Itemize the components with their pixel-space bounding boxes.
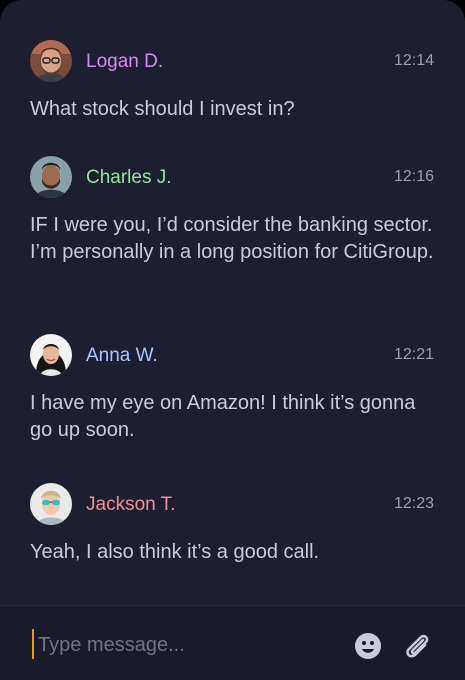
- message-item: Charles J. 12:16 IF I were you, I’d cons…: [30, 156, 440, 266]
- message-item: Logan D. 12:14 What stock should I inves…: [30, 40, 440, 123]
- emoji-icon: [355, 633, 381, 659]
- avatar-image: [30, 156, 72, 198]
- message-text: I have my eye on Amazon! I think it’s go…: [30, 392, 416, 441]
- author-name[interactable]: Anna W.: [86, 345, 158, 367]
- message-text: What stock should I invest in?: [30, 98, 295, 120]
- message-item: Anna W. 12:21 I have my eye on Amazon! I…: [30, 334, 440, 444]
- message-composer: [0, 605, 465, 680]
- message-input[interactable]: [36, 629, 340, 661]
- avatar[interactable]: [30, 40, 72, 82]
- message-header: Anna W. 12:21: [30, 334, 440, 380]
- avatar[interactable]: [30, 334, 72, 376]
- timestamp: 12:21: [393, 346, 434, 363]
- message-text: Yeah, I also think it’s a good call.: [30, 541, 320, 563]
- timestamp: 12:16: [393, 168, 434, 185]
- message-header: Logan D. 12:14: [30, 40, 440, 86]
- emoji-button[interactable]: [354, 632, 382, 660]
- author-name[interactable]: Logan D.: [86, 51, 163, 73]
- chat-panel: Logan D. 12:14 What stock should I inves…: [0, 0, 465, 680]
- avatar-image: [30, 40, 72, 82]
- avatar-image: [30, 334, 72, 376]
- message-item: Jackson T. 12:23 Yeah, I also think it’s…: [30, 483, 440, 566]
- timestamp: 12:23: [393, 495, 434, 512]
- author-name[interactable]: Jackson T.: [86, 494, 175, 516]
- text-cursor: [32, 629, 34, 659]
- message-header: Charles J. 12:16: [30, 156, 440, 202]
- message-text: IF I were you, I’d consider the banking …: [30, 214, 434, 263]
- avatar[interactable]: [30, 156, 72, 198]
- avatar[interactable]: [30, 483, 72, 525]
- author-name[interactable]: Charles J.: [86, 167, 172, 189]
- avatar-image: [30, 483, 72, 525]
- attach-button[interactable]: [401, 630, 433, 662]
- paperclip-icon: [406, 634, 429, 658]
- message-header: Jackson T. 12:23: [30, 483, 440, 529]
- timestamp: 12:14: [393, 52, 434, 69]
